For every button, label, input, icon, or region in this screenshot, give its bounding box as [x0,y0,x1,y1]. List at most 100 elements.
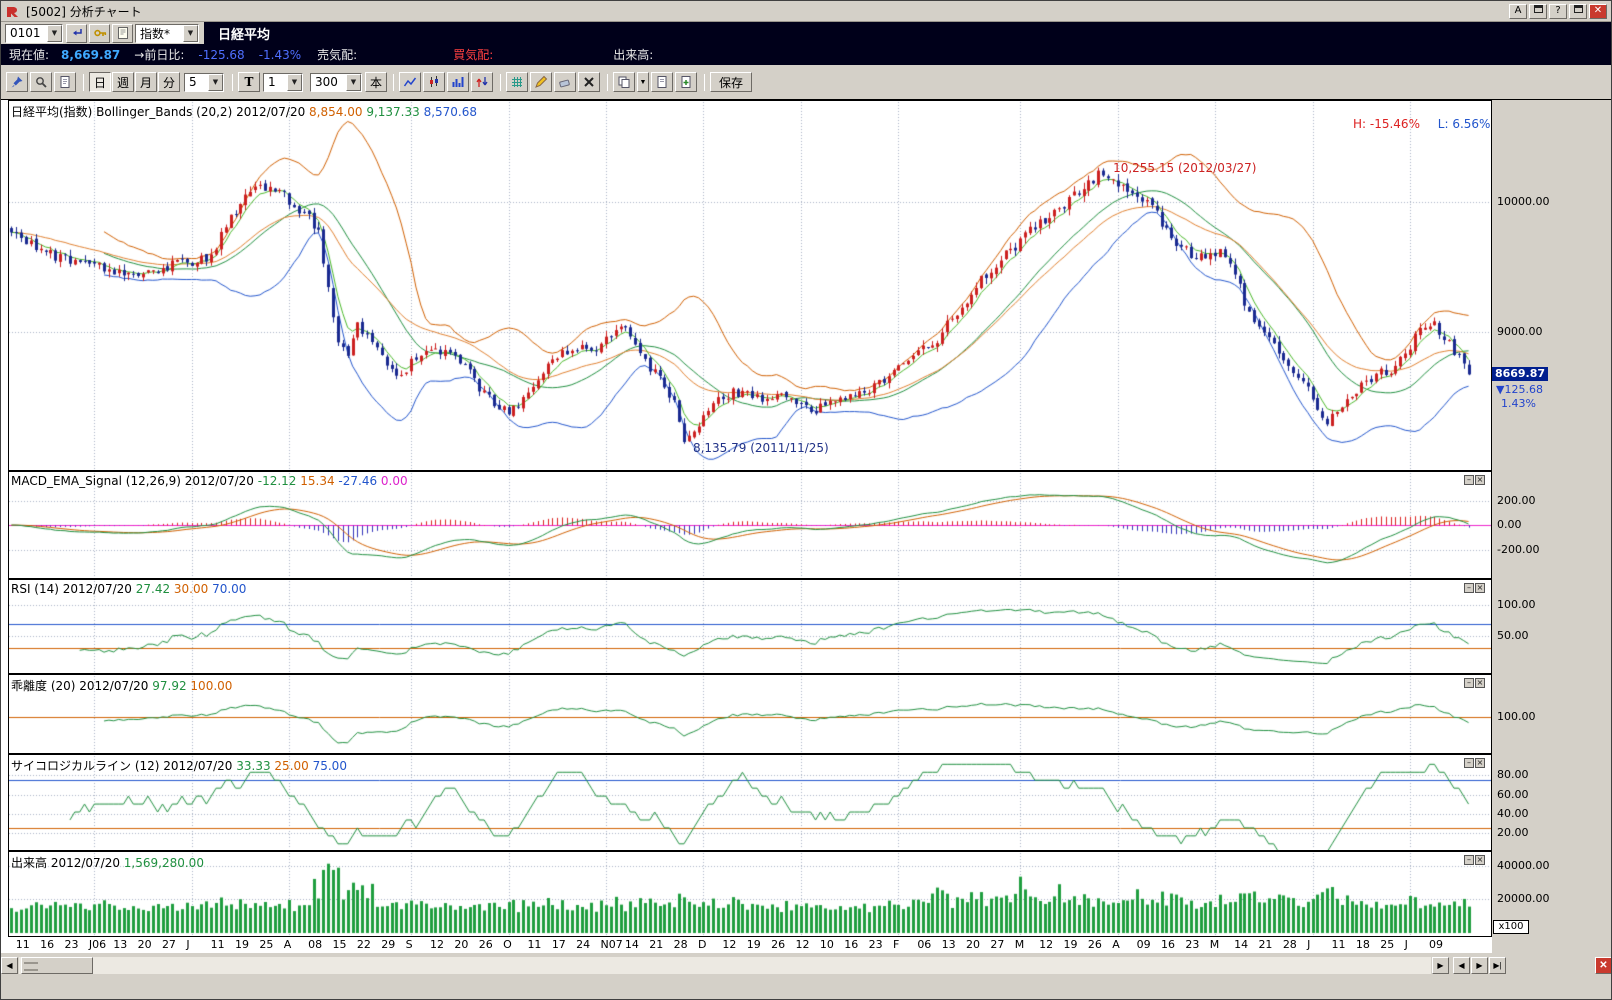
t-combo-arrow-icon[interactable]: ▼ [287,73,302,91]
new-page-button[interactable] [54,72,76,92]
line-chart-button[interactable] [399,72,421,92]
time-axis-label: 16 [844,938,859,951]
axis-tick-label: 20.00 [1497,825,1529,839]
deviation-panel-header: 乖離度 (20) 2012/07/20 97.92 100.00 [11,677,232,694]
t-combo[interactable]: 1 ▼ [263,72,303,92]
volume-minimize-icon[interactable]: – [1464,855,1474,865]
bar-forward-button[interactable]: ▶ [1471,957,1488,974]
index-select[interactable]: 指数* ▼ [135,23,199,43]
eraser-button[interactable] [554,72,576,92]
panel-separator[interactable] [8,470,1492,472]
macd-minimize-icon[interactable]: – [1464,475,1474,485]
font-size-button[interactable]: A [1509,3,1527,19]
axis-tick-label: 20000.00 [1497,892,1550,906]
time-axis-label: N07 [600,938,623,951]
memo-button[interactable] [112,23,133,43]
bars-unit-button[interactable]: 本 [365,72,387,92]
grid-button[interactable] [506,72,528,92]
panel-separator[interactable] [8,578,1492,580]
pin-button[interactable] [6,72,28,92]
rsi-close-icon[interactable]: × [1475,583,1485,593]
deviation-panel-controls: – × [1464,678,1485,688]
bar-back-button[interactable]: ◀ [1453,957,1470,974]
code-input[interactable]: 0101 [10,26,41,40]
time-axis-label: A [1112,938,1120,951]
bar-chart-button[interactable] [447,72,469,92]
minutes-combo[interactable]: 5 ▼ [184,72,224,92]
zoom-button[interactable] [30,72,52,92]
panel-separator[interactable] [8,753,1492,755]
volume-close-icon[interactable]: × [1475,855,1485,865]
time-axis-label: 16 [40,938,55,951]
updown-arrows-button[interactable] [471,72,493,92]
trough-annotation: 8,135.79 (2011/11/25) [692,440,829,455]
price-change-percent: 1.43% [1501,397,1536,411]
low-change-label: L: 6.56% [1437,117,1491,131]
time-axis-label: 20 [966,938,981,951]
panel-header-part: 乖離度 (20) 2012/07/20 [11,679,153,693]
scroll-thumb[interactable] [21,957,93,974]
period-week-button[interactable]: 週 [112,72,134,92]
rsi-minimize-icon[interactable]: – [1464,583,1474,593]
volume-chart[interactable] [9,852,1491,936]
psychological-close-icon[interactable]: × [1475,758,1485,768]
axis-tick-label: 60.00 [1497,787,1529,801]
axis-tick-label: 0.00 [1497,518,1522,532]
panel-header-part: -27.46 [338,474,381,488]
scroll-track[interactable] [19,957,1431,974]
code-combo-arrow-icon[interactable]: ▼ [47,24,62,42]
candlestick-chart-button[interactable] [423,72,445,92]
period-minute-button[interactable]: 分 [158,72,180,92]
psychological-minimize-icon[interactable]: – [1464,758,1474,768]
code-combo[interactable]: 0101 ▼ [5,23,63,43]
page-add-button[interactable] [675,72,697,92]
help-button[interactable]: ? [1549,3,1567,19]
panel-header-part: 9,137.33 [366,105,424,119]
current-price-label: 現在値: [9,48,50,62]
scroll-right-button[interactable]: ▶ [1432,957,1449,974]
toolbar-separator [500,73,501,91]
time-axis-label: 18 [1355,938,1370,951]
panel-separator[interactable] [8,673,1492,675]
symbol-name: 日経平均 [218,27,271,43]
change-label: →前日比: [134,48,185,62]
h-scrollbar: ◀ ▶ ◀ ▶ ▶| ✕ [1,957,1611,975]
index-select-arrow-icon[interactable]: ▼ [183,24,198,42]
axis-tick-label: 9000.00 [1497,324,1543,338]
time-axis-label: 22 [356,938,371,951]
time-axis-label: M [1209,938,1220,951]
time-axis-label: 12 [795,938,810,951]
deviation-close-icon[interactable]: × [1475,678,1485,688]
time-axis-label: 23 [868,938,883,951]
pencil-button[interactable] [530,72,552,92]
bars-combo-arrow-icon[interactable]: ▼ [346,73,361,91]
close-button[interactable]: ✕ [1589,3,1607,19]
bars-combo[interactable]: 300 ▼ [310,72,362,92]
jump-latest-button[interactable]: ▶| [1489,957,1506,974]
copy-layout-arrow-button[interactable]: ▼ [637,72,649,92]
panel-separator[interactable] [8,850,1492,852]
key-button[interactable] [89,23,110,43]
period-day-button[interactable]: 日 [89,72,111,92]
app-window: [5002] 分析チャート A ? ✕ 0101 ▼ 指数* ▼ 日経平均 現在… [0,0,1612,1000]
time-axis-label: F [892,938,900,951]
deviation-minimize-icon[interactable]: – [1464,678,1474,688]
period-month-button[interactable]: 月 [135,72,157,92]
macd-close-icon[interactable]: × [1475,475,1485,485]
copy-layout-button[interactable] [613,72,635,92]
text-tool-button[interactable]: T [238,72,260,92]
jump-button[interactable] [66,23,87,43]
scroll-left-button[interactable]: ◀ [1,957,18,974]
axis-tick-label: 10000.00 [1497,194,1550,208]
price-chart[interactable] [9,101,1491,470]
scroll-close-button[interactable]: ✕ [1595,957,1611,974]
panel-header-part: 97.92 [152,679,191,693]
restore-button[interactable] [1569,3,1587,19]
time-axis-label: 28 [673,938,688,951]
high-low-readout: H: -15.46% L: 6.56% [1353,117,1490,131]
page-button[interactable] [651,72,673,92]
save-button[interactable]: 保存 [710,72,753,92]
minutes-combo-arrow-icon[interactable]: ▼ [208,73,223,91]
clear-drawings-button[interactable] [578,72,600,92]
new-window-button[interactable] [1529,3,1547,19]
